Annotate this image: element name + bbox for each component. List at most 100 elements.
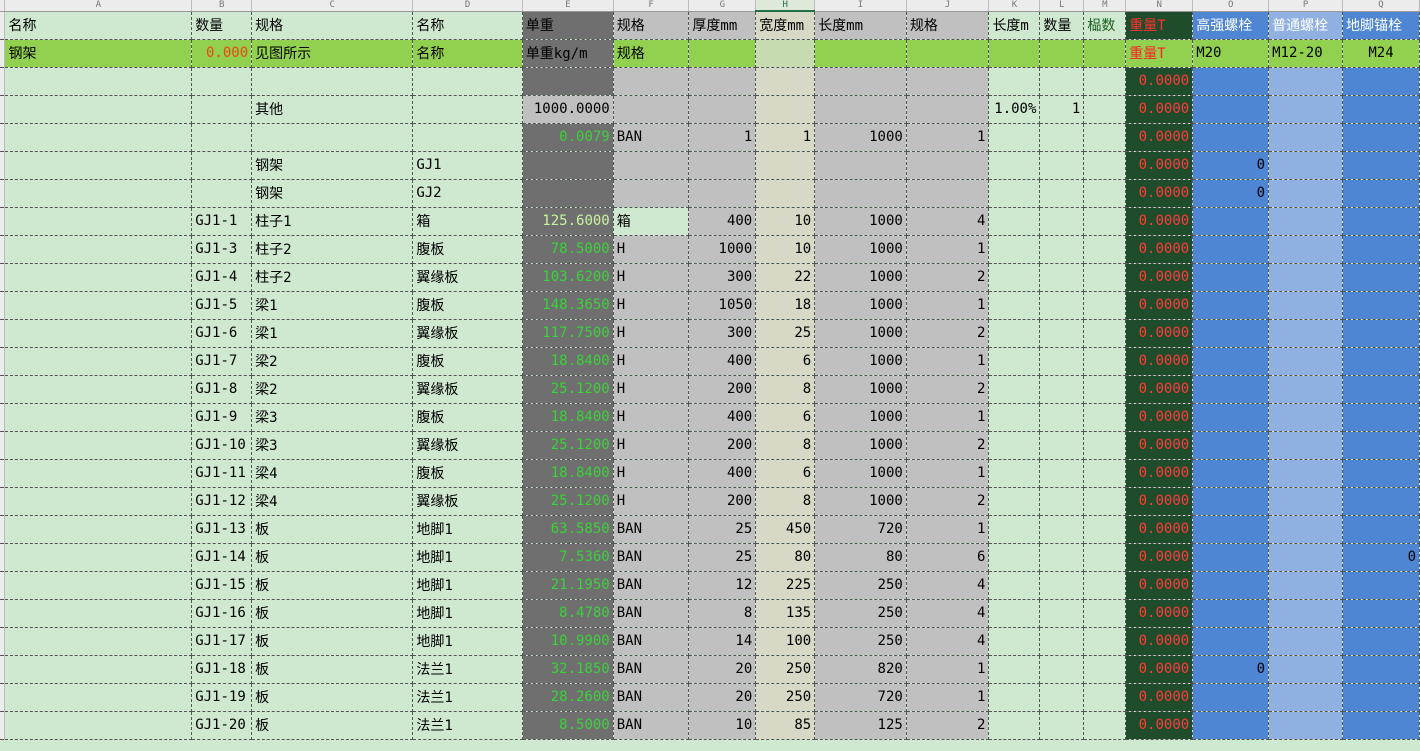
cell-l[interactable]	[1039, 459, 1085, 488]
cell-m[interactable]	[1083, 459, 1127, 488]
cell-e[interactable]: 25.1200	[522, 487, 614, 516]
cell-q[interactable]	[1342, 599, 1420, 628]
cell-b[interactable]: GJ1-8	[191, 375, 253, 404]
cell-d[interactable]: 地脚1	[412, 515, 523, 544]
cell-e[interactable]: 125.6000	[522, 207, 614, 236]
cell-i[interactable]: 1000	[814, 347, 907, 376]
cell-l[interactable]	[1039, 487, 1085, 516]
subheader-cell-k[interactable]	[988, 39, 1041, 68]
cell-l[interactable]	[1039, 403, 1085, 432]
cell-q[interactable]	[1342, 403, 1420, 432]
cell-d[interactable]: GJ1	[412, 151, 523, 180]
cell-j[interactable]: 4	[906, 627, 990, 656]
cell-g[interactable]: 25	[688, 543, 757, 572]
cell-b[interactable]: GJ1-1	[191, 207, 253, 236]
cell-g[interactable]: 20	[688, 683, 757, 712]
cell-c[interactable]	[251, 123, 414, 152]
cell-i[interactable]: 1000	[814, 319, 907, 348]
cell-o[interactable]: 0	[1192, 179, 1270, 208]
cell-h[interactable]: 250	[755, 655, 816, 684]
cell-k[interactable]	[988, 123, 1041, 152]
subheader-cell-d[interactable]: 名称	[412, 39, 523, 68]
cell-f[interactable]	[613, 151, 690, 180]
cell-j[interactable]: 1	[906, 403, 990, 432]
cell-l[interactable]	[1039, 655, 1085, 684]
cell-o[interactable]	[1192, 571, 1270, 600]
subheader-cell-b[interactable]: 0.000	[191, 39, 253, 68]
header-cell-j[interactable]: 规格	[906, 11, 990, 40]
cell-j[interactable]: 2	[906, 319, 990, 348]
cell-j[interactable]: 2	[906, 711, 990, 740]
cell-m[interactable]	[1083, 235, 1127, 264]
cell-e[interactable]: 7.5360	[522, 543, 614, 572]
cell-p[interactable]	[1268, 571, 1343, 600]
cell-n[interactable]: 0.0000	[1125, 599, 1194, 628]
cell-c[interactable]: 板	[251, 711, 414, 740]
header-cell-q[interactable]: 地脚锚栓	[1342, 11, 1420, 40]
cell-n[interactable]: 0.0000	[1125, 151, 1194, 180]
cell-j[interactable]	[906, 67, 990, 96]
cell-o[interactable]	[1192, 515, 1270, 544]
cell-j[interactable]: 1	[906, 515, 990, 544]
cell-i[interactable]: 250	[814, 627, 907, 656]
cell-a[interactable]	[4, 571, 193, 600]
cell-i[interactable]: 1000	[814, 263, 907, 292]
cell-i[interactable]: 1000	[814, 291, 907, 320]
cell-h[interactable]: 10	[755, 235, 816, 264]
cell-f[interactable]: BAN	[613, 683, 690, 712]
cell-l[interactable]	[1039, 543, 1085, 572]
cell-d[interactable]: 腹板	[412, 403, 523, 432]
header-cell-i[interactable]: 长度mm	[814, 11, 907, 40]
cell-q[interactable]	[1342, 291, 1420, 320]
cell-h[interactable]: 135	[755, 599, 816, 628]
cell-f[interactable]	[613, 179, 690, 208]
cell-l[interactable]	[1039, 431, 1085, 460]
cell-d[interactable]	[412, 67, 523, 96]
cell-p[interactable]	[1268, 459, 1343, 488]
cell-f[interactable]: BAN	[613, 571, 690, 600]
cell-q[interactable]	[1342, 67, 1420, 96]
cell-p[interactable]	[1268, 599, 1343, 628]
cell-f[interactable]: BAN	[613, 123, 690, 152]
cell-m[interactable]	[1083, 179, 1127, 208]
cell-d[interactable]: 法兰1	[412, 683, 523, 712]
cell-c[interactable]: 钢架	[251, 151, 414, 180]
cell-q[interactable]	[1342, 627, 1420, 656]
cell-b[interactable]: GJ1-12	[191, 487, 253, 516]
cell-l[interactable]	[1039, 151, 1085, 180]
cell-c[interactable]: 板	[251, 683, 414, 712]
cell-p[interactable]	[1268, 375, 1343, 404]
cell-h[interactable]: 80	[755, 543, 816, 572]
cell-o[interactable]: 0	[1192, 655, 1270, 684]
cell-d[interactable]: 翼缘板	[412, 487, 523, 516]
cell-h[interactable]: 25	[755, 319, 816, 348]
cell-j[interactable]: 4	[906, 571, 990, 600]
cell-p[interactable]	[1268, 263, 1343, 292]
cell-f[interactable]: H	[613, 263, 690, 292]
cell-p[interactable]	[1268, 403, 1343, 432]
subheader-cell-m[interactable]	[1083, 39, 1127, 68]
cell-k[interactable]	[988, 543, 1041, 572]
cell-k[interactable]	[988, 403, 1041, 432]
cell-h[interactable]	[755, 67, 816, 96]
cell-k[interactable]	[988, 375, 1041, 404]
cell-k[interactable]	[988, 515, 1041, 544]
cell-g[interactable]: 1000	[688, 235, 757, 264]
cell-f[interactable]: H	[613, 319, 690, 348]
cell-a[interactable]	[4, 319, 193, 348]
cell-i[interactable]	[814, 67, 907, 96]
cell-c[interactable]: 板	[251, 599, 414, 628]
cell-j[interactable]: 2	[906, 431, 990, 460]
cell-i[interactable]: 80	[814, 543, 907, 572]
cell-b[interactable]: GJ1-19	[191, 683, 253, 712]
cell-j[interactable]: 1	[906, 683, 990, 712]
cell-f[interactable]: H	[613, 291, 690, 320]
cell-h[interactable]: 1	[755, 123, 816, 152]
cell-a[interactable]	[4, 459, 193, 488]
cell-b[interactable]: GJ1-17	[191, 627, 253, 656]
cell-k[interactable]	[988, 291, 1041, 320]
cell-c[interactable]: 梁3	[251, 431, 414, 460]
cell-a[interactable]	[4, 179, 193, 208]
cell-n[interactable]: 0.0000	[1125, 543, 1194, 572]
subheader-cell-f[interactable]: 规格	[613, 39, 690, 68]
